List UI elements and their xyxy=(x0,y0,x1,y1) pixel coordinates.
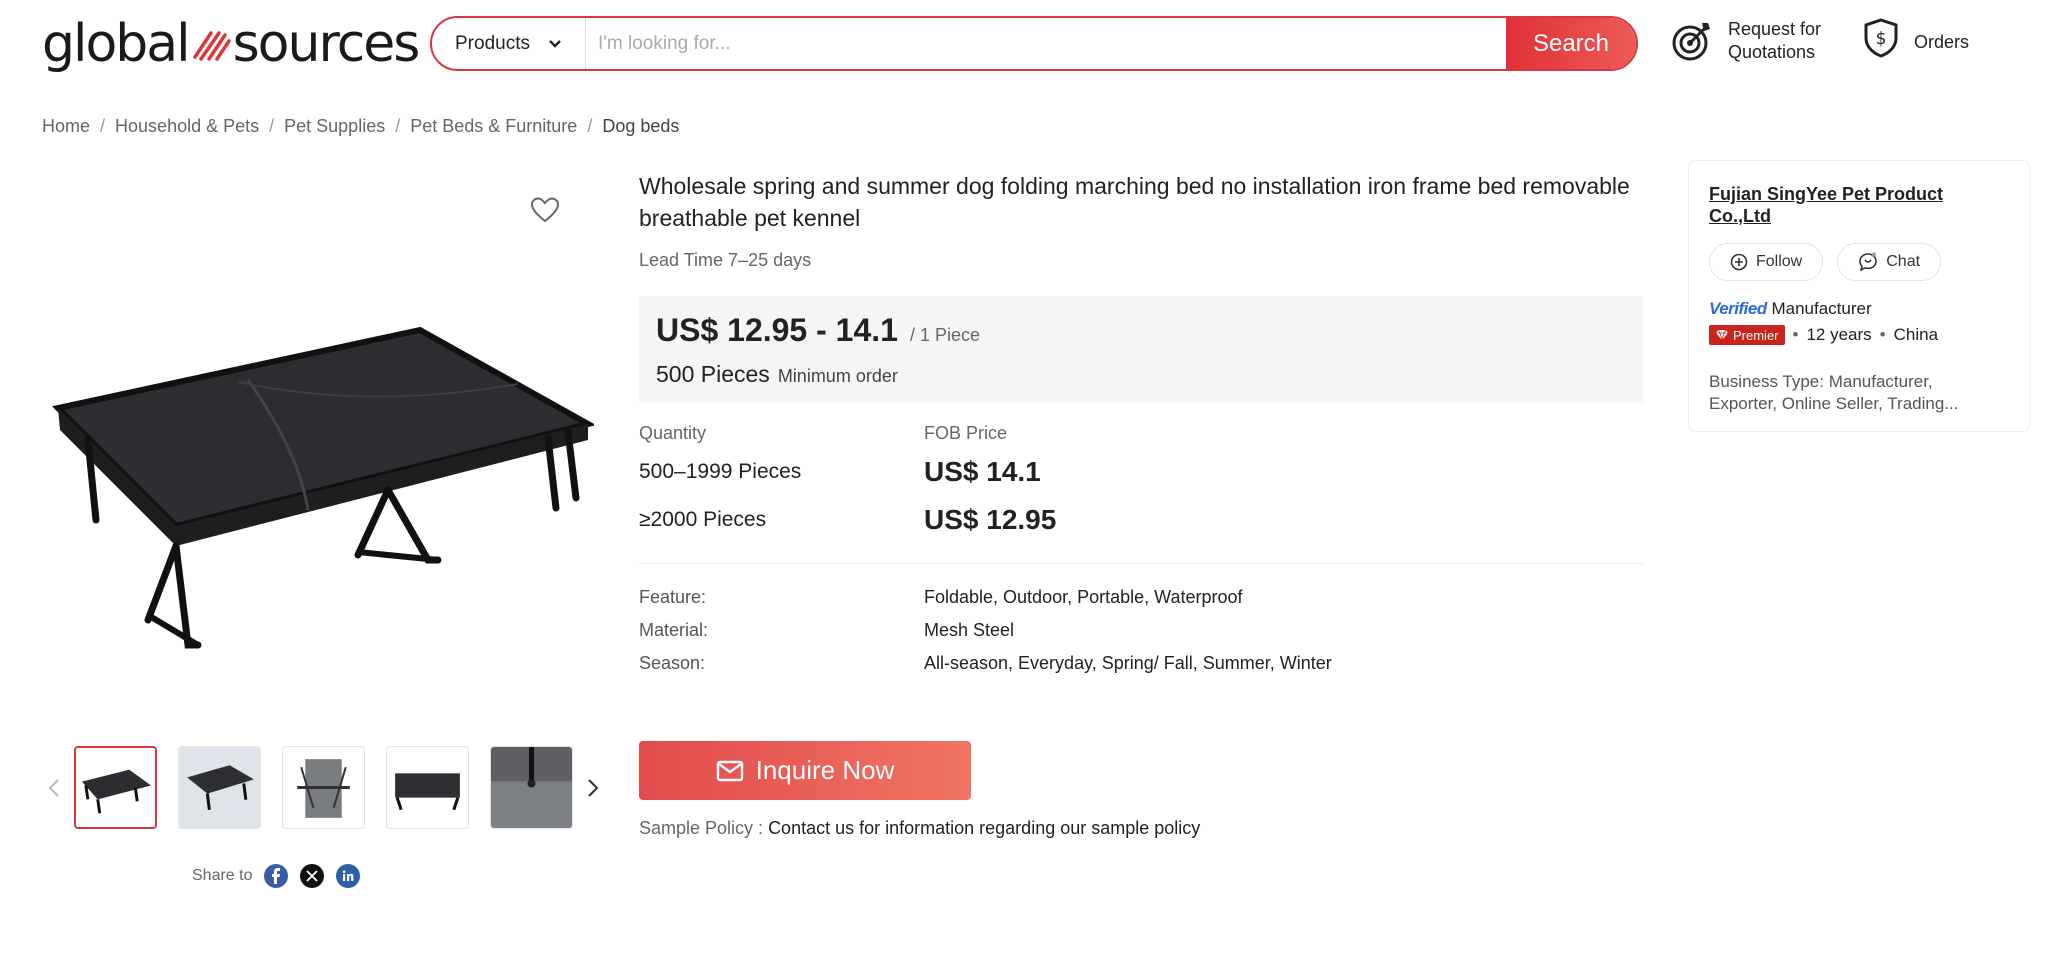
mail-icon xyxy=(716,760,743,781)
favorite-heart-icon[interactable] xyxy=(530,196,560,224)
tier-price-2: US$ 12.95 xyxy=(924,504,1057,535)
section-divider xyxy=(639,563,1643,564)
sample-policy-label: Sample Policy : xyxy=(639,818,769,838)
spec-value-season: All-season, Everyday, Spring/ Fall, Summ… xyxy=(924,653,1332,673)
breadcrumb-pet-beds[interactable]: Pet Beds & Furniture xyxy=(410,116,577,137)
rfq-label-line1: Request for xyxy=(1728,19,1822,39)
spec-value-feature: Foldable, Outdoor, Portable, Waterproof xyxy=(924,587,1243,607)
inquire-now-label: Inquire Now xyxy=(755,755,895,785)
spec-label-material: Material: xyxy=(639,620,709,640)
breadcrumb: Home / Household & Pets / Pet Supplies / Pe… xyxy=(42,116,679,137)
breadcrumb-separator: / xyxy=(269,116,275,136)
orders-label: Orders xyxy=(1914,31,1970,52)
supplier-card: Fujian SingYee Pet Product Co.,Ltd Follo… xyxy=(1688,160,2030,432)
supplier-badges: Premier • 12 years • China xyxy=(1709,325,2009,345)
orders-link[interactable]: $ Orders xyxy=(1862,18,1970,58)
target-icon xyxy=(1672,23,1710,61)
verified-word: Verified xyxy=(1709,299,1767,318)
business-type: Business Type: Manufacturer, Exporter, O… xyxy=(1709,372,1959,413)
thumbnail-strip xyxy=(38,746,609,829)
thumbnail-1[interactable] xyxy=(74,746,157,829)
search-category-label: Products xyxy=(455,32,530,54)
follow-label: Follow xyxy=(1756,253,1803,270)
tier-header-fob-price: FOB Price xyxy=(924,423,1008,443)
thumbnail-5[interactable] xyxy=(490,746,573,829)
search-category-select[interactable]: Products xyxy=(432,18,586,69)
product-main-image[interactable] xyxy=(48,320,594,660)
plus-circle-icon xyxy=(1730,253,1748,271)
share-label: Share to xyxy=(192,867,253,884)
facebook-icon[interactable] xyxy=(264,864,289,888)
tier-quantity-1: 500–1999 Pieces xyxy=(639,460,802,483)
dot-separator: • xyxy=(1879,325,1886,344)
request-for-quotations-link[interactable]: Request for Quotations xyxy=(1670,18,1821,64)
share-bar: Share to xyxy=(192,864,361,888)
logo-text-global: global xyxy=(42,14,191,74)
breadcrumb-dog-beds: Dog beds xyxy=(602,116,680,136)
price-summary: US$ 12.95 - 14.1 / 1 Piece 500 Pieces Mi… xyxy=(639,296,1643,403)
thumb-next-arrow[interactable] xyxy=(577,768,609,808)
verified-manufacturer: Verified Manufacturer xyxy=(1709,299,2009,319)
breadcrumb-home[interactable]: Home xyxy=(42,116,90,137)
chevron-right-icon xyxy=(588,778,599,797)
product-title: Wholesale spring and summer dog folding … xyxy=(639,173,1630,231)
logo-mark-icon xyxy=(192,31,231,61)
thumbnail-3[interactable] xyxy=(282,746,365,829)
supplier-country: China xyxy=(1893,325,1939,344)
thumbnail-4[interactable] xyxy=(386,746,469,829)
breadcrumb-pet-supplies[interactable]: Pet Supplies xyxy=(284,116,385,137)
shield-dollar-icon: $ xyxy=(1864,18,1898,58)
chevron-down-icon xyxy=(549,39,561,48)
search-input[interactable] xyxy=(586,18,1506,69)
thumbnail-list xyxy=(74,746,573,829)
spec-value-material: Mesh Steel xyxy=(924,620,1015,640)
premier-label: Premier xyxy=(1733,327,1779,343)
tier-header-quantity: Quantity xyxy=(639,423,707,443)
verified-type: Manufacturer xyxy=(1771,299,1872,318)
chat-button[interactable]: Chat xyxy=(1837,243,1942,281)
spec-label-season: Season: xyxy=(639,653,706,673)
thumbnail-image xyxy=(297,759,350,818)
tier-price-1: US$ 14.1 xyxy=(924,456,1041,487)
logo-text-sources: sources xyxy=(232,14,421,74)
breadcrumb-separator: / xyxy=(395,116,401,136)
x-twitter-icon[interactable] xyxy=(300,864,325,888)
thumbnail-image xyxy=(491,747,572,828)
chat-label: Chat xyxy=(1886,253,1921,270)
minimum-order-quantity: 500 Pieces xyxy=(656,361,770,387)
minimum-order-label: Minimum order xyxy=(777,366,898,386)
chat-bubble-icon xyxy=(1859,252,1878,272)
thumbnail-image xyxy=(395,773,460,811)
sample-policy: Sample Policy : Contact us for informati… xyxy=(639,818,1200,839)
breadcrumb-household-pets[interactable]: Household & Pets xyxy=(115,116,259,137)
svg-text:$: $ xyxy=(1876,29,1887,49)
thumb-prev-arrow[interactable] xyxy=(38,768,70,808)
linkedin-icon[interactable] xyxy=(336,864,361,888)
lead-time: Lead Time 7–25 days xyxy=(639,250,812,270)
thumbnail-image xyxy=(179,747,260,828)
breadcrumb-separator: / xyxy=(587,116,593,136)
supplier-name-link[interactable]: Fujian SingYee Pet Product Co.,Ltd xyxy=(1709,183,1979,227)
supplier-years: 12 years xyxy=(1806,325,1872,344)
follow-button[interactable]: Follow xyxy=(1709,243,1824,281)
search-bar: Products Search xyxy=(430,16,1638,71)
spec-label-feature: Feature: xyxy=(639,587,707,607)
price-unit: / 1 Piece xyxy=(909,325,980,345)
dot-separator: • xyxy=(1792,325,1799,344)
chevron-left-icon xyxy=(48,778,59,797)
inquire-now-button[interactable]: Inquire Now xyxy=(639,741,971,800)
tier-quantity-2: ≥2000 Pieces xyxy=(639,508,767,531)
search-button[interactable]: Search xyxy=(1506,18,1636,69)
price-range: US$ 12.95 - 14.1 xyxy=(656,312,898,348)
thumbnail-2[interactable] xyxy=(178,746,261,829)
rfq-label-line2: Quotations xyxy=(1728,42,1816,62)
global-sources-logo[interactable]: global sources xyxy=(42,14,421,74)
thumbnail-image xyxy=(81,769,152,814)
premier-badge: Premier xyxy=(1709,325,1785,345)
breadcrumb-separator: / xyxy=(100,116,106,136)
diamond-icon xyxy=(1716,329,1728,341)
sample-policy-text: Contact us for information regarding our… xyxy=(768,818,1201,838)
